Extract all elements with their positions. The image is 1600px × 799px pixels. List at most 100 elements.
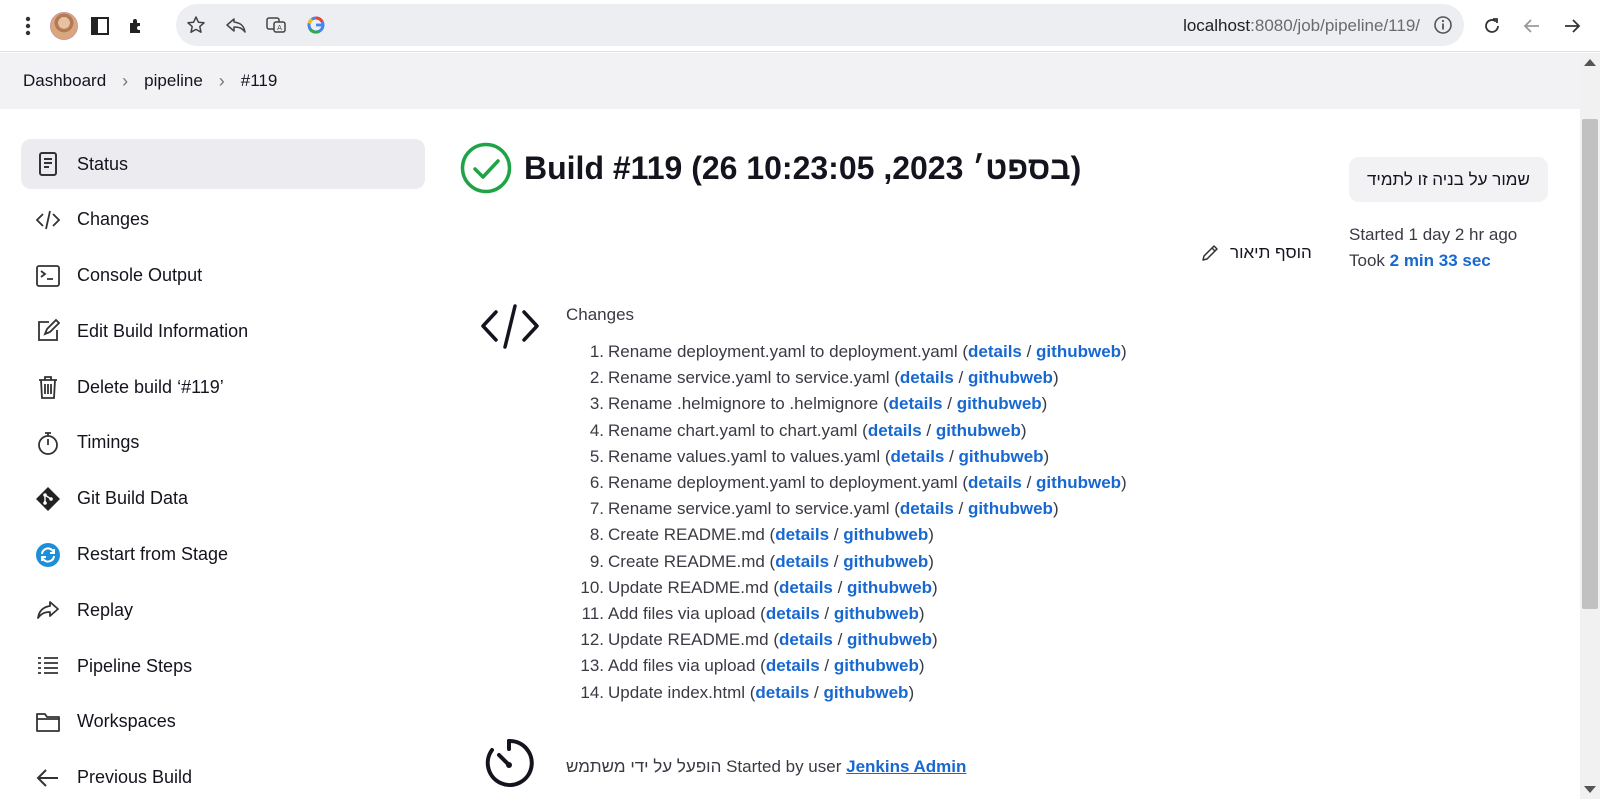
sidebar-item-label: Restart from Stage (77, 544, 229, 565)
reload-icon[interactable] (1474, 8, 1510, 44)
sidebar-item-label: Changes (77, 209, 150, 230)
githubweb-link[interactable]: githubweb (968, 499, 1053, 519)
started-time: Started 1 day 2 hr ago (1349, 225, 1518, 244)
githubweb-link[interactable]: githubweb (936, 421, 1021, 441)
change-message: Add files via upload (608, 656, 756, 676)
sidebar-item-label: Replay (77, 599, 134, 620)
sidebar-item-previous-build[interactable]: Previous Build (21, 753, 425, 799)
change-item: 12. Update README.md (details / githubweb… (566, 627, 1127, 653)
scroll-up-icon[interactable] (1584, 59, 1596, 66)
sidebar-item-edit-build-information[interactable]: Edit Build Information (21, 306, 425, 356)
vertical-scrollbar[interactable] (1580, 53, 1600, 799)
githubweb-link[interactable]: githubweb (959, 447, 1044, 467)
details-link[interactable]: details (900, 368, 954, 388)
details-link[interactable]: details (868, 421, 922, 441)
scroll-down-icon[interactable] (1584, 786, 1596, 793)
change-message: Update README.md (608, 577, 769, 597)
site-info-icon[interactable] (1430, 12, 1456, 38)
changes-list: 1. Rename deployment.yaml to deployment.y… (566, 339, 1127, 706)
change-number: 3. (589, 394, 604, 414)
githubweb-link[interactable]: githubweb (1036, 473, 1121, 493)
details-link[interactable]: details (766, 604, 820, 624)
sidebar-item-console-output[interactable]: Console Output (21, 251, 425, 301)
sidebar-item-label: Git Build Data (77, 488, 189, 509)
pencil-icon (1202, 245, 1218, 261)
changes-heading: Changes (566, 305, 635, 324)
build-duration: Took 2 min 33 sec (1349, 248, 1517, 274)
githubweb-link[interactable]: githubweb (843, 525, 928, 545)
change-number: 13. (580, 656, 604, 676)
stopwatch-icon (34, 429, 62, 457)
githubweb-link[interactable]: githubweb (968, 368, 1053, 388)
address-bar[interactable]: A localhost:8080/job/pipeline/119/ (176, 4, 1464, 46)
sidebar-item-label: Timings (77, 432, 140, 453)
details-link[interactable]: details (889, 394, 943, 414)
share-icon[interactable] (216, 4, 256, 46)
details-link[interactable]: details (900, 499, 954, 519)
sidebar-item-replay[interactable]: Replay (21, 585, 425, 635)
details-link[interactable]: details (755, 683, 809, 703)
githubweb-link[interactable]: githubweb (834, 604, 919, 624)
sidebar-item-label: Console Output (77, 265, 203, 286)
scrollbar-thumb[interactable] (1582, 119, 1598, 609)
sidebar-item-pipeline-steps[interactable]: Pipeline Steps (21, 641, 425, 691)
details-link[interactable]: details (968, 342, 1022, 362)
change-message: Rename deployment.yaml to deployment.yam… (608, 473, 958, 493)
sidebar-item-changes[interactable]: Changes (21, 195, 425, 245)
change-item: 2. Rename service.yaml to service.yaml (d… (566, 365, 1127, 391)
list-icon (34, 652, 62, 680)
browser-toolbar: A localhost:8080/job/pipeline/119/ (0, 0, 1600, 52)
add-description-button[interactable]: הוסף תיאור (1200, 243, 1312, 263)
githubweb-link[interactable]: githubweb (843, 552, 928, 572)
details-link[interactable]: details (779, 630, 833, 650)
sidebar-item-status[interactable]: Status (21, 139, 425, 189)
sidebar-item-restart-from-stage[interactable]: Restart from Stage (21, 530, 425, 580)
page-title: Build #119 (26 בספט׳ 2023, 10:23:05) (524, 149, 1082, 186)
sidebar-item-git-build-data[interactable]: Git Build Data (21, 474, 425, 524)
extensions-icon[interactable] (118, 8, 154, 44)
sidebar-item-workspaces[interactable]: Workspaces (21, 697, 425, 747)
keep-build-forever-button[interactable]: שמור על בניה זו לתמיד (1349, 157, 1548, 202)
back-arrow-icon[interactable] (1514, 8, 1550, 44)
change-number: 9. (589, 551, 604, 571)
githubweb-link[interactable]: githubweb (957, 394, 1042, 414)
sidebar: Status Changes Console Output Edit Build… (21, 139, 425, 799)
change-message: Update README.md (608, 630, 769, 650)
details-link[interactable]: details (968, 473, 1022, 493)
sidebar-item-label: Status (77, 153, 129, 174)
githubweb-link[interactable]: githubweb (847, 578, 932, 598)
githubweb-link[interactable]: githubweb (834, 656, 919, 676)
google-icon[interactable] (296, 4, 336, 46)
details-link[interactable]: details (775, 552, 829, 572)
timer-icon (485, 738, 534, 787)
sidebar-toggle-icon[interactable] (82, 8, 118, 44)
change-message: Rename service.yaml to service.yaml (608, 368, 890, 388)
forward-arrow-icon[interactable] (1554, 8, 1590, 44)
change-number: 8. (589, 525, 604, 545)
details-link[interactable]: details (766, 656, 820, 676)
chevron-right-icon: › (218, 70, 225, 91)
breadcrumb-build[interactable]: #119 (241, 71, 278, 91)
profile-avatar[interactable] (46, 8, 82, 44)
user-link[interactable]: Jenkins Admin (846, 757, 966, 776)
change-item: 7. Rename service.yaml to service.yaml (d… (566, 496, 1127, 522)
breadcrumb-dashboard[interactable]: Dashboard (23, 71, 106, 91)
githubweb-link[interactable]: githubweb (847, 630, 932, 650)
bookmark-star-icon[interactable] (176, 4, 216, 46)
change-number: 14. (580, 682, 604, 702)
details-link[interactable]: details (775, 525, 829, 545)
translate-icon[interactable]: A (256, 4, 296, 46)
details-link[interactable]: details (779, 578, 833, 598)
more-menu-icon[interactable] (10, 8, 46, 44)
url-text[interactable]: localhost:8080/job/pipeline/119/ (1183, 16, 1420, 36)
githubweb-link[interactable]: githubweb (1036, 342, 1121, 362)
details-link[interactable]: details (891, 447, 945, 467)
breadcrumb-pipeline[interactable]: pipeline (144, 71, 203, 91)
add-description-label: הוסף תיאור (1230, 243, 1312, 262)
githubweb-link[interactable]: githubweb (823, 683, 908, 703)
change-item: 10. Update README.md (details / githubweb… (566, 575, 1127, 601)
sidebar-item-timings[interactable]: Timings (21, 418, 425, 468)
build-meta: Started 1 day 2 hr ago Took 2 min 33 sec (1349, 222, 1517, 274)
sidebar-item-delete-build[interactable]: Delete build ‘#119’ (21, 362, 425, 412)
duration-link[interactable]: 2 min 33 sec (1390, 251, 1491, 270)
